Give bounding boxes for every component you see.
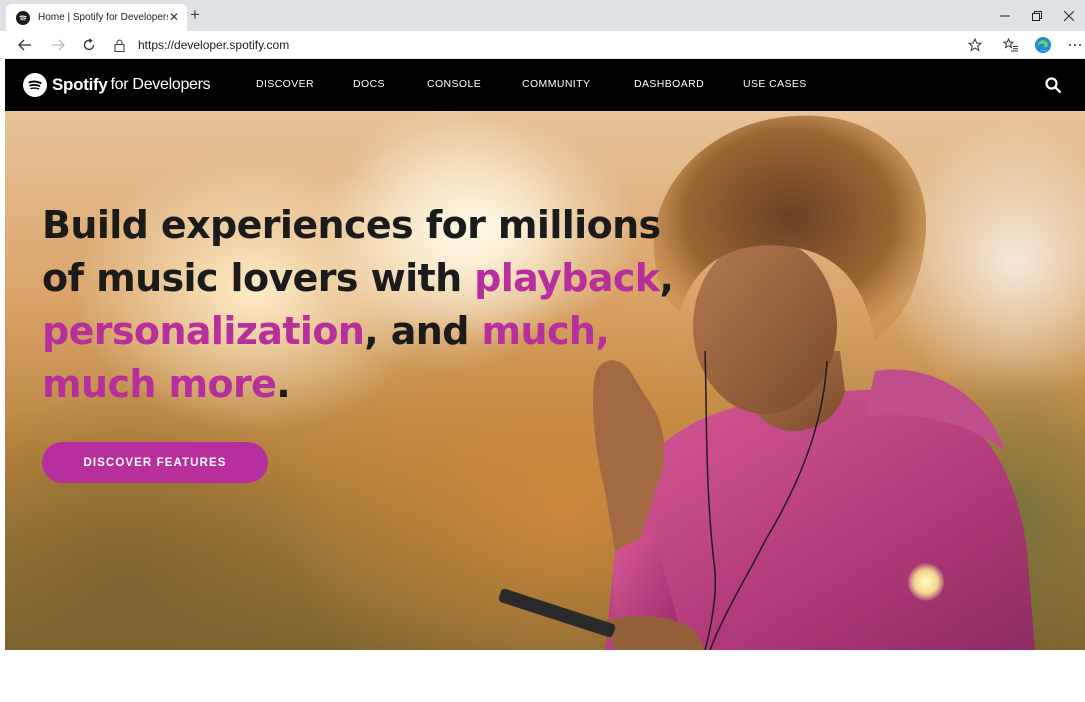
headline-text: , (659, 256, 674, 300)
more-menu-button[interactable] (1064, 35, 1085, 55)
minimize-button[interactable] (989, 0, 1021, 31)
restore-button[interactable] (1021, 0, 1053, 31)
nav-community[interactable]: COMMUNITY (522, 78, 590, 90)
arrow-left-icon (18, 39, 31, 51)
address-bar: https://developer.spotify.com (0, 31, 1085, 59)
nav-console[interactable]: CONSOLE (427, 78, 481, 90)
spotify-logo-icon (23, 73, 47, 97)
logo-brand-text: Spotify (52, 75, 108, 94)
logo-suffix-text: for Developers (110, 76, 211, 93)
edge-profile-icon (1035, 37, 1051, 53)
spotify-favicon-icon (16, 10, 30, 25)
window-controls (989, 0, 1085, 31)
tab-close-button[interactable]: ✕ (169, 10, 179, 24)
profile-button[interactable] (1032, 35, 1054, 55)
hero-banner: Build experiences for millions of music … (5, 111, 1085, 650)
url-text: https://developer.spotify.com (138, 38, 290, 52)
headline-text: . (276, 362, 291, 406)
nav-discover[interactable]: DISCOVER (256, 78, 314, 90)
headline-accent-personalization: personalization (42, 309, 365, 353)
discover-features-button[interactable]: DISCOVER FEATURES (42, 442, 268, 483)
refresh-icon (83, 38, 95, 51)
search-icon (1045, 77, 1061, 93)
close-window-button[interactable] (1053, 0, 1085, 31)
browser-tab-bar: Home | Spotify for Developers ✕ + (0, 0, 1085, 31)
more-dots-icon (1069, 44, 1081, 46)
lens-flare (908, 563, 944, 601)
new-tab-button[interactable]: + (190, 6, 200, 24)
favorites-list-icon (1003, 38, 1018, 52)
forward-button[interactable] (47, 35, 69, 55)
favorite-star-button[interactable] (964, 35, 986, 55)
star-icon (968, 38, 982, 52)
arrow-right-icon (52, 39, 65, 51)
search-button[interactable] (1043, 75, 1063, 95)
nav-docs[interactable]: DOCS (353, 78, 385, 90)
url-field[interactable]: https://developer.spotify.com (112, 34, 992, 56)
site-header: Spotify for Developers DISCOVER DOCS CON… (5, 59, 1085, 111)
browser-tab[interactable]: Home | Spotify for Developers ✕ (6, 4, 187, 31)
lock-icon (112, 38, 126, 52)
hero-headline: Build experiences for millions of music … (42, 199, 682, 411)
refresh-button[interactable] (78, 35, 100, 55)
back-button[interactable] (14, 35, 36, 55)
nav-use-cases[interactable]: USE CASES (743, 78, 807, 90)
tab-title: Home | Spotify for Developers (38, 12, 168, 23)
favorites-button[interactable] (1000, 35, 1022, 55)
spotify-developers-logo[interactable]: Spotify for Developers (23, 71, 211, 99)
headline-text: , and (364, 309, 482, 353)
headline-accent-playback: playback (474, 256, 660, 300)
nav-dashboard[interactable]: DASHBOARD (634, 78, 704, 90)
